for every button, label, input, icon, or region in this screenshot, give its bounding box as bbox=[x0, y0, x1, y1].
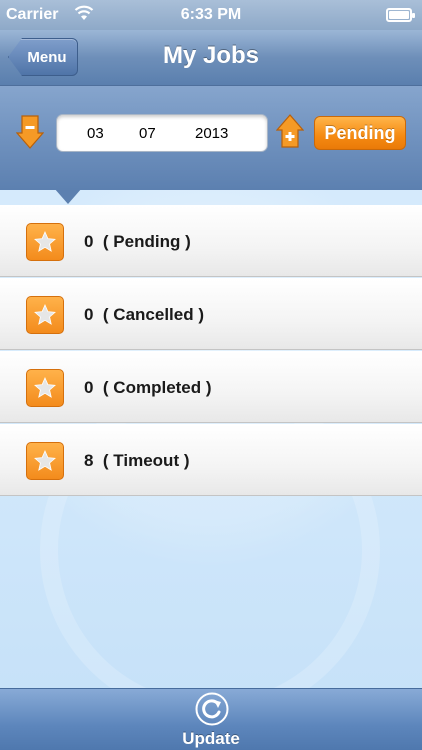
job-count: 8 bbox=[84, 451, 94, 470]
job-status-label: 0 ( Cancelled ) bbox=[84, 305, 204, 325]
page-title: My Jobs bbox=[162, 42, 260, 69]
list-item[interactable]: 0 ( Completed ) bbox=[0, 351, 422, 423]
status-bar: Carrier 6:33 PM bbox=[0, 0, 422, 30]
job-count: 0 bbox=[84, 305, 94, 324]
job-count: 0 bbox=[84, 378, 94, 397]
refresh-icon[interactable] bbox=[195, 692, 229, 726]
list-item[interactable]: 0 ( Cancelled ) bbox=[0, 278, 422, 350]
jobs-list: 0 ( Pending ) 0 ( Cancelled ) 0 ( Comple… bbox=[0, 205, 422, 496]
date-year: 2013 bbox=[195, 125, 229, 142]
screen: Carrier 6:33 PM Menu My Jobs 03 07 2013 bbox=[0, 0, 422, 750]
job-count: 0 bbox=[84, 232, 94, 251]
battery-icon bbox=[386, 8, 415, 22]
arrow-down-minus-icon[interactable] bbox=[15, 115, 45, 149]
star-icon bbox=[26, 442, 64, 480]
date-input[interactable]: 03 07 2013 bbox=[56, 114, 268, 152]
status-time: 6:33 PM bbox=[180, 6, 242, 23]
job-status: ( Pending ) bbox=[102, 232, 191, 251]
status-filter-button[interactable]: Pending bbox=[314, 116, 406, 150]
job-status-label: 0 ( Completed ) bbox=[84, 378, 212, 398]
job-status: ( Cancelled ) bbox=[102, 305, 205, 324]
job-status: ( Completed ) bbox=[102, 378, 212, 397]
update-button[interactable]: Update bbox=[0, 729, 422, 749]
date-bar-pointer bbox=[54, 188, 82, 204]
bottom-toolbar: Update bbox=[0, 688, 422, 750]
job-status: ( Timeout ) bbox=[102, 451, 190, 470]
navigation-bar: Menu My Jobs bbox=[0, 30, 422, 86]
star-icon bbox=[26, 296, 64, 334]
star-icon bbox=[26, 223, 64, 261]
arrow-up-plus-icon[interactable] bbox=[275, 114, 305, 148]
job-status-label: 0 ( Pending ) bbox=[84, 232, 191, 252]
list-item[interactable]: 0 ( Pending ) bbox=[0, 205, 422, 277]
job-status-label: 8 ( Timeout ) bbox=[84, 451, 190, 471]
date-day: 03 bbox=[87, 125, 104, 142]
date-month: 07 bbox=[139, 125, 156, 142]
star-icon bbox=[26, 369, 64, 407]
list-item[interactable]: 8 ( Timeout ) bbox=[0, 424, 422, 496]
